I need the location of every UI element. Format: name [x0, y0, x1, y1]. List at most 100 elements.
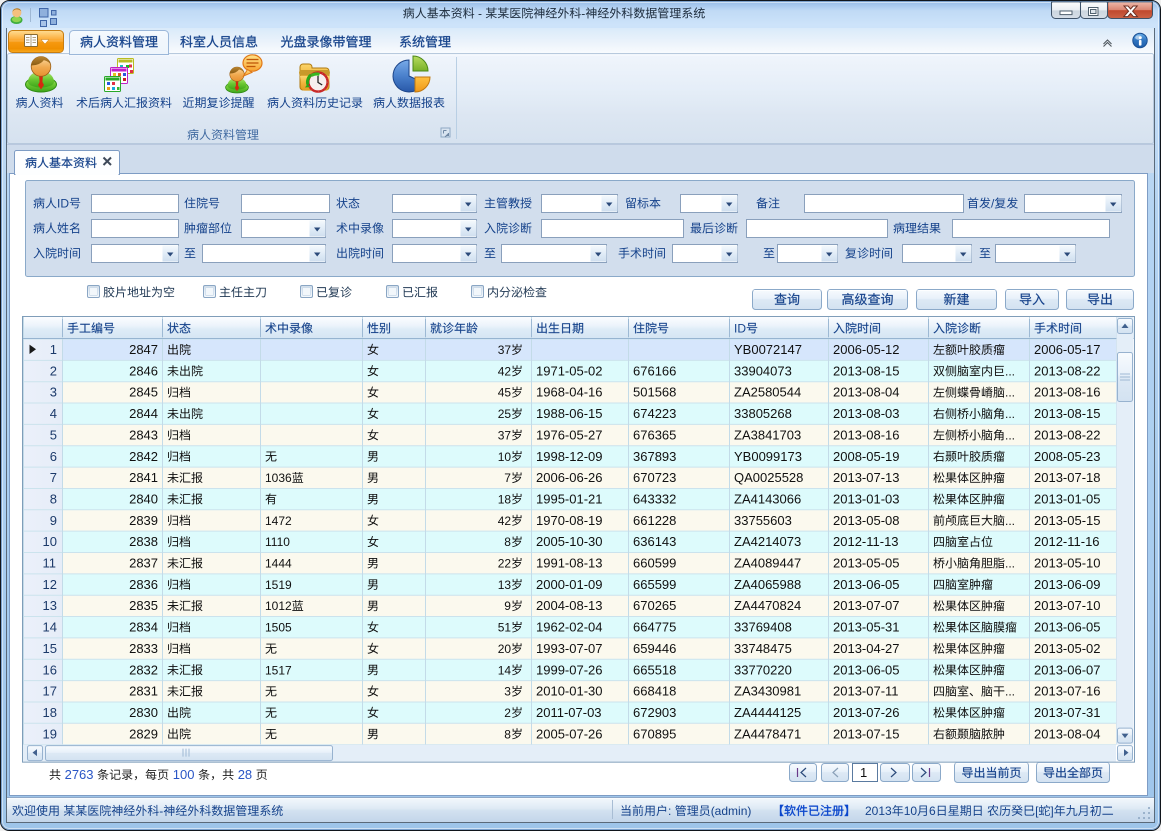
svg-text:2013-06-05: 2013-06-05: [833, 662, 900, 677]
svg-text:2013-05-31: 2013-05-31: [833, 620, 900, 635]
svg-text:ZA4214073: ZA4214073: [734, 534, 801, 549]
svg-text:16: 16: [43, 662, 57, 677]
svg-text:13: 13: [43, 598, 57, 613]
svg-text:2844: 2844: [129, 406, 158, 421]
svg-text:2013-05-15: 2013-05-15: [1034, 513, 1101, 528]
svg-text:2008-05-19: 2008-05-19: [833, 449, 900, 464]
svg-text:42: 42: [498, 514, 512, 528]
svg-text:2006-05-17: 2006-05-17: [1034, 342, 1101, 357]
svg-text:2846: 2846: [129, 363, 158, 378]
svg-text:...: ...: [1005, 364, 1015, 378]
svg-text:2013-08-04: 2013-08-04: [833, 385, 900, 400]
svg-text:2839: 2839: [129, 513, 158, 528]
svg-text:37: 37: [498, 343, 512, 357]
svg-text:25: 25: [498, 407, 512, 421]
svg-text:1962-02-04: 1962-02-04: [536, 620, 603, 635]
svg-text:668418: 668418: [633, 684, 676, 699]
svg-text:2012-11-16: 2012-11-16: [1034, 534, 1100, 549]
svg-text:670895: 670895: [633, 726, 676, 741]
svg-text:2013-06-07: 2013-06-07: [1034, 662, 1101, 677]
svg-text:670723: 670723: [633, 470, 676, 485]
svg-text:2013-08-16: 2013-08-16: [1034, 385, 1101, 400]
svg-text:2010-01-30: 2010-01-30: [536, 684, 603, 699]
svg-text:2013-07-11: 2013-07-11: [833, 684, 899, 699]
svg-text:...: ...: [1005, 557, 1015, 571]
svg-text:ZA3430981: ZA3430981: [734, 684, 801, 699]
svg-text:42: 42: [498, 364, 512, 378]
svg-text:2013-05-08: 2013-05-08: [833, 513, 900, 528]
svg-text:18: 18: [43, 705, 57, 720]
svg-text:2763: 2763: [65, 767, 94, 782]
svg-text:2012-11-13: 2012-11-13: [833, 534, 899, 549]
svg-text:2013-04-27: 2013-04-27: [833, 641, 900, 656]
svg-text:2840: 2840: [129, 491, 158, 506]
svg-text:2013-07-16: 2013-07-16: [1034, 684, 1101, 699]
svg-text:670265: 670265: [633, 598, 676, 613]
svg-text:(admin): (admin): [711, 804, 752, 818]
svg-text:12: 12: [43, 577, 57, 592]
svg-text:8: 8: [504, 727, 511, 741]
svg-text:2013-07-15: 2013-07-15: [833, 726, 900, 741]
svg-text:2013-07-10: 2013-07-10: [1034, 598, 1101, 613]
svg-text:ZA4065988: ZA4065988: [734, 577, 801, 592]
svg-text:1: 1: [860, 765, 867, 780]
svg-text:YB0072147: YB0072147: [734, 342, 802, 357]
svg-text:2008-05-23: 2008-05-23: [1034, 449, 1101, 464]
svg-text:2006-06-26: 2006-06-26: [536, 470, 603, 485]
svg-text:2000-01-09: 2000-01-09: [536, 577, 603, 592]
svg-text:2013-07-26: 2013-07-26: [833, 705, 900, 720]
svg-text:2013-08-22: 2013-08-22: [1034, 427, 1101, 442]
svg-text:28: 28: [238, 767, 252, 782]
svg-text:51: 51: [498, 621, 512, 635]
svg-text:14: 14: [43, 620, 57, 635]
svg-text:2013-08-16: 2013-08-16: [833, 427, 900, 442]
svg-text:1968-04-16: 1968-04-16: [536, 385, 603, 400]
svg-text:2013-08-15: 2013-08-15: [833, 363, 900, 378]
svg-text:7: 7: [504, 471, 511, 485]
svg-text:636143: 636143: [633, 534, 676, 549]
svg-text:1970-08-19: 1970-08-19: [536, 513, 603, 528]
svg-text:664775: 664775: [633, 620, 676, 635]
svg-text:-: -: [159, 804, 163, 818]
svg-text:2838: 2838: [129, 534, 158, 549]
svg-text:367893: 367893: [633, 449, 676, 464]
svg-text:2013-08-03: 2013-08-03: [833, 406, 900, 421]
svg-text:-: -: [581, 7, 585, 21]
svg-text:2011-07-03: 2011-07-03: [536, 705, 602, 720]
svg-text:33755603: 33755603: [734, 513, 792, 528]
svg-text:2842: 2842: [129, 449, 158, 464]
svg-text:2013-01-03: 2013-01-03: [833, 491, 900, 506]
svg-text:2829: 2829: [129, 726, 158, 741]
svg-text:8: 8: [50, 491, 57, 506]
svg-text:2013-05-02: 2013-05-02: [1034, 641, 1101, 656]
svg-text:676166: 676166: [633, 363, 676, 378]
svg-text:1: 1: [50, 342, 57, 357]
svg-text:33748475: 33748475: [734, 641, 792, 656]
svg-text:1012: 1012: [265, 599, 292, 613]
svg-text:674223: 674223: [633, 406, 676, 421]
svg-text:661228: 661228: [633, 513, 676, 528]
svg-text:17: 17: [43, 684, 57, 699]
svg-text:2: 2: [50, 363, 57, 378]
svg-text:33769408: 33769408: [734, 620, 792, 635]
svg-text:2836: 2836: [129, 577, 158, 592]
svg-text:2004-08-13: 2004-08-13: [536, 598, 603, 613]
svg-text:10: 10: [498, 450, 512, 464]
svg-text:2832: 2832: [129, 662, 158, 677]
svg-text:YB0099173: YB0099173: [734, 449, 802, 464]
svg-text:10: 10: [43, 534, 57, 549]
svg-text:ZA4143066: ZA4143066: [734, 491, 801, 506]
svg-text:2841: 2841: [129, 470, 158, 485]
svg-text:1998-12-09: 1998-12-09: [536, 449, 603, 464]
svg-text:2013-01-05: 2013-01-05: [1034, 491, 1101, 506]
svg-text:9: 9: [504, 599, 511, 613]
svg-text:2013-08-22: 2013-08-22: [1034, 363, 1101, 378]
svg-text:3: 3: [50, 385, 57, 400]
svg-text:19: 19: [43, 726, 57, 741]
svg-text:2834: 2834: [129, 620, 158, 635]
svg-text::: :: [668, 804, 675, 818]
svg-text:659446: 659446: [633, 641, 676, 656]
svg-text:45: 45: [498, 386, 512, 400]
svg-text:...: ...: [1005, 685, 1015, 699]
svg-text:1999-07-26: 1999-07-26: [536, 662, 603, 677]
